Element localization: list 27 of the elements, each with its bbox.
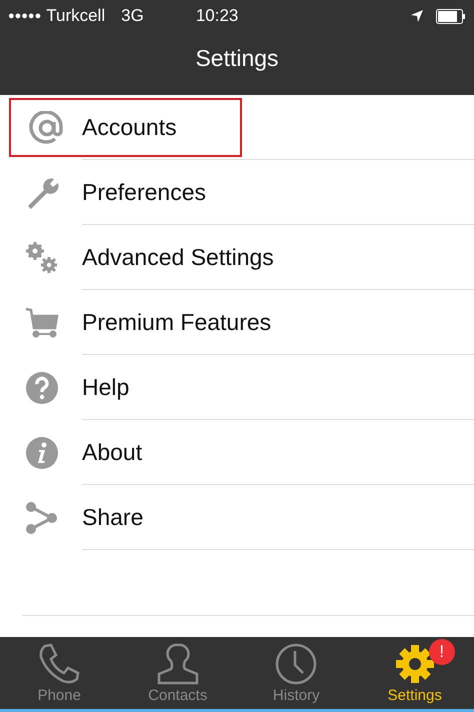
menu-item[interactable]: Help (0, 355, 474, 420)
menu-item[interactable]: Advanced Settings (0, 225, 474, 290)
share-icon (24, 500, 60, 534)
tab[interactable]: ! Settings (356, 637, 474, 709)
battery-icon (436, 8, 466, 24)
menu-item[interactable]: Premium Features (0, 290, 474, 355)
screen-title: Settings (194, 45, 280, 72)
menu-item[interactable]: Preferences (0, 160, 474, 225)
person-icon (156, 643, 200, 685)
menu-item[interactable]: Share (0, 485, 474, 550)
location-arrow-icon (410, 9, 424, 23)
tab[interactable]: History (237, 637, 356, 709)
status-time: 10:23 (196, 6, 238, 26)
cart-icon (24, 306, 60, 340)
tab[interactable]: Phone (0, 637, 118, 709)
tab[interactable]: Contacts (118, 637, 237, 709)
carrier-name: Turkcell (46, 6, 106, 26)
menu-item[interactable]: About (0, 420, 474, 485)
signal-strength: ●●●●● (8, 10, 42, 22)
phone-icon (37, 643, 82, 685)
gears-icon (24, 240, 60, 274)
at-sign-icon (28, 110, 64, 144)
info-icon (24, 436, 60, 470)
network-type: 3G (121, 6, 144, 26)
notification-badge: ! (428, 639, 455, 665)
clock-icon (274, 643, 318, 685)
help-icon (24, 370, 60, 404)
